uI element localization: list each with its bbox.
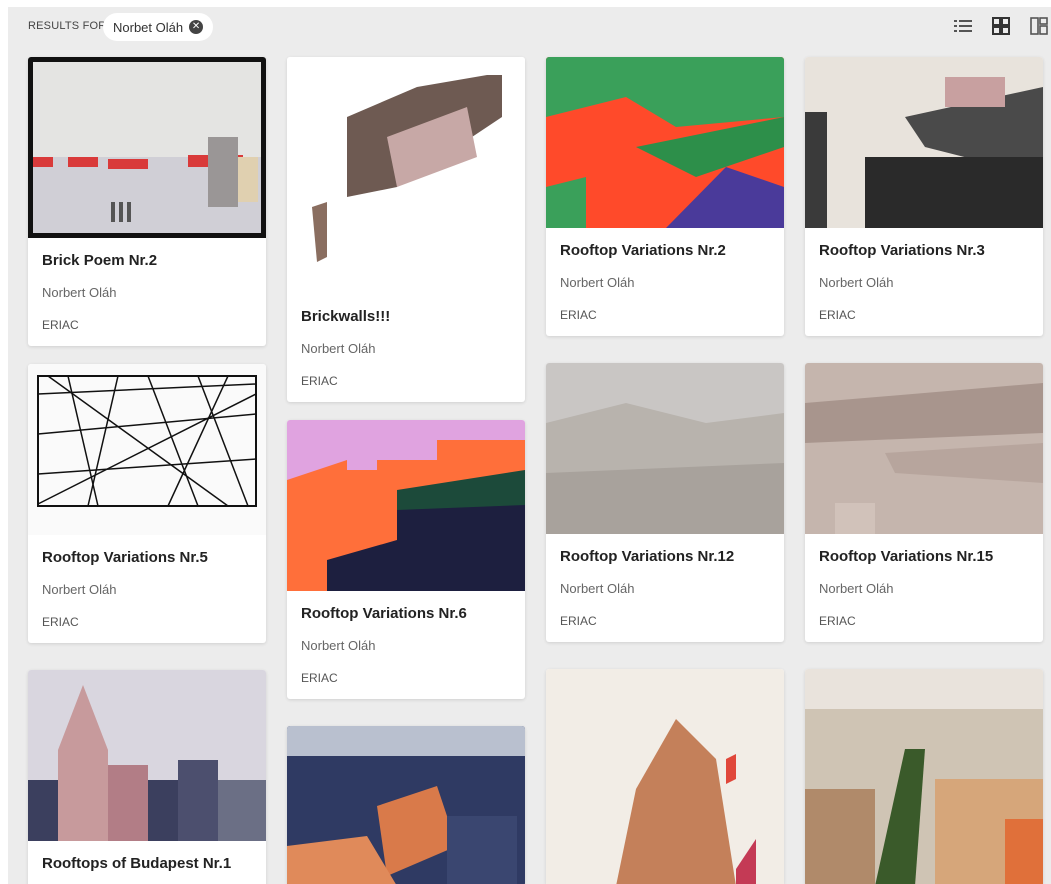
artwork-card[interactable]: Brick Poem Nr.2 Norbert Oláh ERIAC: [28, 57, 266, 346]
artwork-thumbnail[interactable]: [805, 57, 1043, 228]
artwork-org: ERIAC: [42, 615, 79, 629]
artwork-thumbnail[interactable]: [287, 420, 525, 591]
artwork-card[interactable]: Rooftop Variations Nr.5 Norbert Oláh ERI…: [28, 364, 266, 643]
artwork-card[interactable]: [287, 726, 525, 884]
artwork-artist[interactable]: Norbert Oláh: [42, 285, 252, 300]
artwork-card[interactable]: Rooftops of Budapest Nr.1: [28, 670, 266, 884]
artwork-card[interactable]: [546, 669, 784, 884]
artwork-card[interactable]: Rooftop Variations Nr.3 Norbert Oláh ERI…: [805, 57, 1043, 336]
artwork-thumbnail[interactable]: [28, 670, 266, 841]
artwork-card[interactable]: Rooftop Variations Nr.2 Norbert Oláh ERI…: [546, 57, 784, 336]
artwork-artist[interactable]: Norbert Oláh: [42, 582, 252, 597]
artwork-card[interactable]: Rooftop Variations Nr.6 Norbert Oláh ERI…: [287, 420, 525, 699]
artwork-thumbnail[interactable]: [546, 57, 784, 228]
filter-chip[interactable]: Norbet Oláh ✕: [103, 13, 214, 41]
artwork-artist[interactable]: Norbert Oláh: [819, 275, 1029, 290]
artwork-title[interactable]: Rooftops of Budapest Nr.1: [42, 855, 252, 872]
artwork-thumbnail[interactable]: [28, 57, 266, 238]
artwork-thumbnail[interactable]: [287, 57, 525, 294]
artwork-title[interactable]: Rooftop Variations Nr.12: [560, 548, 770, 565]
masonry-view-icon[interactable]: [1029, 16, 1049, 36]
artwork-org: ERIAC: [819, 308, 856, 322]
artwork-org: ERIAC: [301, 671, 338, 685]
artwork-card[interactable]: Brickwalls!!! Norbert Oláh ERIAC: [287, 57, 525, 402]
results-for-label: RESULTS FOR: [28, 20, 107, 32]
filter-chip-label: Norbet Oláh: [113, 19, 184, 35]
artwork-org: ERIAC: [301, 374, 338, 388]
artwork-org: ERIAC: [560, 614, 597, 628]
artwork-title[interactable]: Rooftop Variations Nr.5: [42, 549, 252, 566]
artwork-title[interactable]: Rooftop Variations Nr.6: [301, 605, 511, 622]
artwork-thumbnail[interactable]: [546, 669, 784, 884]
artwork-org: ERIAC: [42, 318, 79, 332]
artwork-title[interactable]: Rooftop Variations Nr.15: [819, 548, 1029, 565]
artwork-artist[interactable]: Norbert Oláh: [819, 581, 1029, 596]
artwork-artist[interactable]: Norbert Oláh: [301, 341, 511, 356]
artwork-card[interactable]: [805, 669, 1043, 884]
grid-view-icon[interactable]: [991, 16, 1011, 36]
artwork-thumbnail[interactable]: [287, 726, 525, 884]
artwork-org: ERIAC: [560, 308, 597, 322]
artwork-card[interactable]: Rooftop Variations Nr.12 Norbert Oláh ER…: [546, 363, 784, 642]
list-view-icon[interactable]: [953, 16, 973, 36]
artwork-artist[interactable]: Norbert Oláh: [301, 638, 511, 653]
artwork-org: ERIAC: [819, 614, 856, 628]
artwork-title[interactable]: Brick Poem Nr.2: [42, 252, 252, 269]
results-page: RESULTS FOR Norbet Oláh ✕ Brick Poem Nr.…: [8, 7, 1051, 884]
artwork-card[interactable]: Rooftop Variations Nr.15 Norbert Oláh ER…: [805, 363, 1043, 642]
artwork-title[interactable]: Rooftop Variations Nr.3: [819, 242, 1029, 259]
artwork-title[interactable]: Brickwalls!!!: [301, 308, 511, 325]
filter-bar: RESULTS FOR Norbet Oláh ✕: [8, 7, 1051, 47]
artwork-artist[interactable]: Norbert Oláh: [560, 581, 770, 596]
artwork-thumbnail[interactable]: [546, 363, 784, 534]
artwork-thumbnail[interactable]: [805, 363, 1043, 534]
artwork-title[interactable]: Rooftop Variations Nr.2: [560, 242, 770, 259]
artwork-artist[interactable]: Norbert Oláh: [560, 275, 770, 290]
close-icon[interactable]: ✕: [189, 20, 204, 34]
artwork-thumbnail[interactable]: [805, 669, 1043, 884]
view-toggle-group: [953, 16, 1049, 36]
artwork-thumbnail[interactable]: [28, 364, 266, 535]
